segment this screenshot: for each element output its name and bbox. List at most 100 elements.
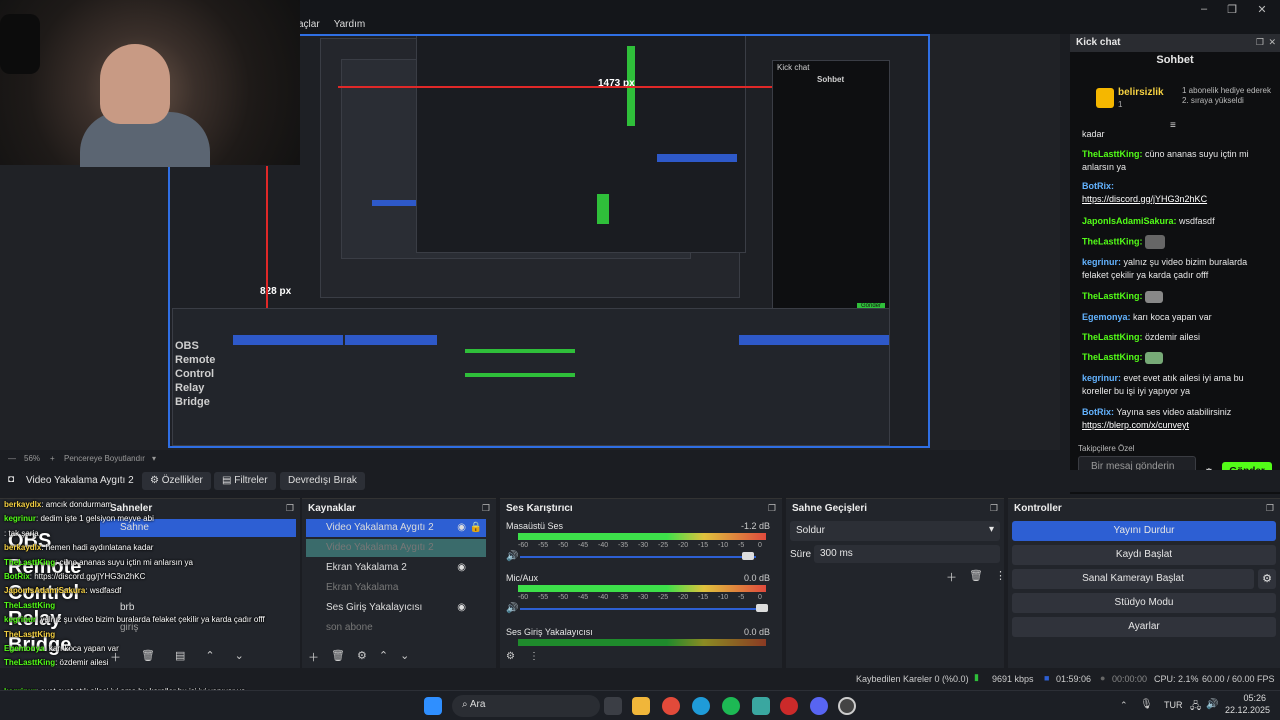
windows-start-icon[interactable] <box>424 697 442 715</box>
meter-tick-label: -60 <box>518 542 529 549</box>
overlay-chat-line: BotRix: https://discord.gg/jYHG3n2hKC <box>4 572 146 581</box>
speaker-icon[interactable]: 🔊 <box>506 603 518 614</box>
controls-dock: Kontroller ❐ Yayını Durdur Kaydı Başlat … <box>1008 498 1280 668</box>
dropped-frames: Kaybedilen Kareler 0 (%0.0) <box>856 674 969 684</box>
chat-link[interactable]: https://discord.gg/jYHG3n2hKC <box>1082 194 1207 204</box>
meter-tick-label: -20 <box>678 594 689 601</box>
taskbar-search[interactable]: ⌕ Ara <box>452 695 600 717</box>
meter-tick-label: -25 <box>658 542 669 549</box>
meter-tick-label: 0 <box>758 594 762 601</box>
webcam-person-face <box>100 44 170 124</box>
undock-icon[interactable]: ❐ <box>1256 37 1264 48</box>
maximize-button[interactable]: ❐ <box>1220 3 1244 17</box>
fit-window-button[interactable]: Pencereye Boyutlandır <box>64 454 145 463</box>
transition-actions: ＋ 🗑 ⋮ <box>946 569 1006 585</box>
clock-time[interactable]: 05:26 <box>1222 693 1266 703</box>
discord-icon[interactable] <box>810 697 828 715</box>
volume-slider-handle[interactable] <box>756 604 768 612</box>
task-view-icon[interactable] <box>604 697 622 715</box>
meter-tick-label: -5 <box>738 594 745 601</box>
edge-icon[interactable] <box>692 697 710 715</box>
overlay-chat-line: berkaydlx: amcık dondurmam <box>4 500 113 509</box>
meter-tick-label: -15 <box>698 542 709 549</box>
undock-icon[interactable]: ❐ <box>482 503 490 514</box>
trash-icon[interactable]: 🗑 <box>969 569 983 585</box>
volume-icon[interactable]: 🔊 <box>1206 699 1218 710</box>
source-item[interactable]: Ekran Yakalama <box>306 579 486 597</box>
volume-slider-handle[interactable] <box>742 552 754 560</box>
obs-icon[interactable] <box>838 697 856 715</box>
start-virtual-camera-button[interactable]: Sanal Kamerayı Başlat <box>1012 569 1254 589</box>
duration-input[interactable]: 300 ms <box>814 545 1000 563</box>
gear-icon[interactable]: ⚙ <box>1258 569 1276 589</box>
gear-icon[interactable]: ⚙ <box>357 649 367 665</box>
trash-icon[interactable]: 🗑 <box>331 649 345 665</box>
opera-icon[interactable] <box>780 697 798 715</box>
language-indicator[interactable]: TUR <box>1164 700 1183 710</box>
zoom-plus-icon[interactable]: + <box>50 454 55 463</box>
more-icon[interactable]: ⋮ <box>995 569 1006 585</box>
chevron-down-icon[interactable]: ▾ <box>152 454 156 463</box>
mic-icon[interactable]: 🎙 <box>1140 699 1153 710</box>
chat-message: kegrinur: evet evet atık ailesi iyi ama … <box>1082 373 1244 396</box>
chat-partial-line: kadar <box>1082 129 1105 139</box>
undock-icon[interactable]: ❐ <box>1266 503 1274 514</box>
source-item[interactable]: son abone <box>306 619 486 637</box>
live-time: 01:59:06 <box>1056 674 1092 684</box>
more-icon[interactable]: ⋮ <box>529 651 539 662</box>
nested-chat-tab: Sohbet <box>817 75 845 84</box>
nested-preview <box>416 36 746 253</box>
filters-button[interactable]: ▤ Filtreler <box>214 472 276 490</box>
chat-tab[interactable]: Sohbet <box>1070 54 1280 66</box>
settings-button[interactable]: Ayarlar <box>1012 617 1276 637</box>
source-item[interactable]: Ekran Yakalama 2 ◉ <box>306 559 486 577</box>
volume-slider[interactable] <box>520 556 756 558</box>
file-explorer-icon[interactable] <box>632 697 650 715</box>
source-item[interactable]: Video Yakalama Aygıtı 2 <box>306 539 486 557</box>
network-icon[interactable]: 🖧 <box>1190 699 1201 716</box>
menu-item-help[interactable]: Yardım <box>334 19 366 30</box>
chat-message: TheLasttKing: <box>1082 235 1267 249</box>
down-icon[interactable]: ⌄ <box>400 649 409 665</box>
chrome-icon[interactable] <box>662 697 680 715</box>
transition-select[interactable]: Soldur ▾ <box>790 521 1000 541</box>
up-icon[interactable]: ⌃ <box>379 649 388 665</box>
zoom-minus-icon[interactable]: — <box>8 454 16 463</box>
minimize-button[interactable]: – <box>1192 3 1216 17</box>
spotify-icon[interactable] <box>722 697 740 715</box>
zoom-level[interactable]: 56% <box>24 454 40 463</box>
chat-link[interactable]: https://blerp.com/x/cunveyt <box>1082 420 1189 430</box>
cpu-usage: CPU: 2.1% <box>1154 674 1199 684</box>
studio-mode-button[interactable]: Stüdyo Modu <box>1012 593 1276 613</box>
source-item[interactable]: Ses Giriş Yakalayıcısı ◉ <box>306 599 486 617</box>
app-icon[interactable] <box>752 697 770 715</box>
settings-icon[interactable]: ⚙ <box>506 651 515 662</box>
undock-icon[interactable]: ❐ <box>990 503 998 514</box>
meter-tick-label: -10 <box>718 594 729 601</box>
volume-meter <box>518 639 766 646</box>
controls-title: Kontroller <box>1014 503 1062 514</box>
add-icon[interactable]: ＋ <box>308 649 319 665</box>
chevron-up-icon[interactable]: ⌃ <box>1120 700 1128 711</box>
clock-date[interactable]: 22.12.2025 <box>1218 705 1270 715</box>
volume-slider[interactable] <box>520 608 756 610</box>
undock-icon[interactable]: ❐ <box>768 503 776 514</box>
properties-button[interactable]: ⚙ Özellikler <box>142 472 211 490</box>
add-icon[interactable]: ＋ <box>946 569 957 585</box>
nested-chat: Kick chat Sohbet Gönder <box>772 60 890 318</box>
meter-tick-label: -30 <box>638 594 649 601</box>
zoom-bar: — 56% + Pencereye Boyutlandır ▾ <box>0 452 1060 466</box>
speaker-icon[interactable]: 🔊 <box>506 551 518 562</box>
start-recording-button[interactable]: Kaydı Başlat <box>1012 545 1276 565</box>
nested-scene-selected <box>233 335 343 345</box>
chat-panel-title: Kick chat <box>1070 34 1280 52</box>
deactivate-button[interactable]: Devredışı Bırak <box>280 472 365 490</box>
nested-control-bar <box>657 154 737 162</box>
close-icon[interactable]: ✕ <box>1268 37 1276 48</box>
stop-streaming-button[interactable]: Yayını Durdur <box>1012 521 1276 541</box>
source-item[interactable]: Video Yakalama Aygıtı 2 ◉ 🔒 <box>306 519 486 537</box>
close-button[interactable]: ✕ <box>1250 3 1274 17</box>
meter-tick-label: -20 <box>678 542 689 549</box>
menu-item-partial[interactable]: açlar <box>298 19 320 30</box>
nested-meter <box>465 373 575 377</box>
